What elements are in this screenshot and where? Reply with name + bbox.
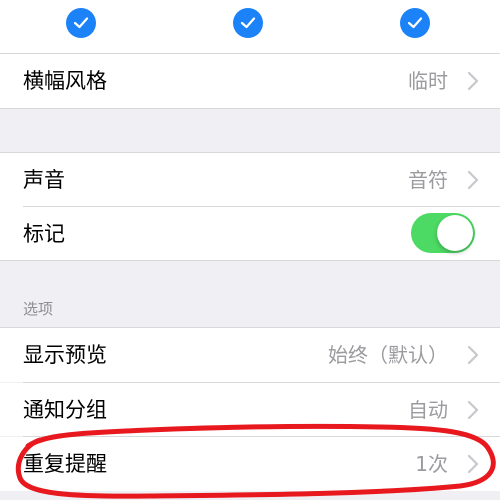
show-preview-value: 始终（默认） [328,343,448,367]
divider [0,260,500,261]
show-preview-row[interactable]: 显示预览 始终（默认） [0,328,500,382]
banner-style-label: 横幅风格 [23,69,107,93]
grouping-value: 自动 [408,398,448,422]
chevron-right-icon [467,170,479,190]
chevron-right-icon [467,454,479,474]
sound-label: 声音 [23,168,65,192]
badge-label: 标记 [23,222,65,246]
repeat-alert-value: 1次 [415,452,448,476]
check-notification-center[interactable] [233,8,263,38]
check-lock-screen[interactable] [66,8,96,38]
repeat-alert-row[interactable]: 重复提醒 1次 [0,437,500,491]
checkmark-icon [240,17,256,29]
grouping-row[interactable]: 通知分组 自动 [0,383,500,436]
check-banners[interactable] [400,8,430,38]
grouping-label: 通知分组 [23,398,107,422]
chevron-right-icon [467,71,479,91]
toggle-knob[interactable] [437,215,473,251]
section-title-options: 选项 [23,300,54,318]
checkmark-icon [73,17,89,29]
sound-value: 音符 [408,168,448,192]
sound-row[interactable]: 声音 音符 [0,153,500,207]
banner-style-row[interactable]: 横幅风格 临时 [0,54,500,108]
checkmark-icon [407,17,423,29]
divider [0,108,500,109]
badge-toggle[interactable] [411,213,475,253]
show-preview-label: 显示预览 [23,343,107,367]
repeat-alert-label: 重复提醒 [23,452,107,476]
chevron-right-icon [467,345,479,365]
banner-style-value: 临时 [408,69,448,93]
chevron-right-icon [467,400,479,420]
